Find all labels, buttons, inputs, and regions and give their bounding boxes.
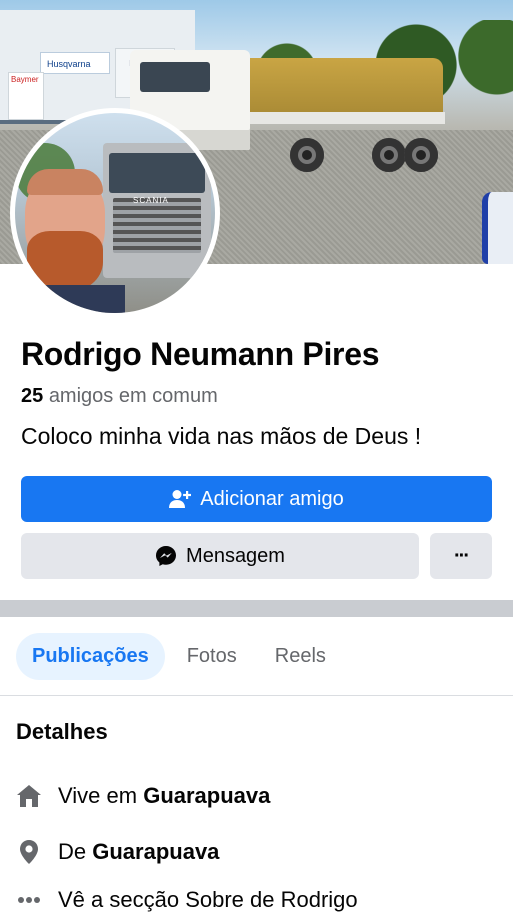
- about-link-label: Vê a secção Sobre de Rodrigo: [58, 887, 358, 912]
- avatar-beard: [27, 231, 103, 293]
- cover-truck-wheel: [404, 138, 438, 172]
- avatar-shirt: [15, 285, 125, 313]
- person-add-icon: [169, 490, 192, 508]
- tab-publicacoes[interactable]: Publicações: [16, 633, 165, 680]
- lives-in-prefix: Vive em: [58, 783, 138, 808]
- cover-truck-wheel: [290, 138, 324, 172]
- add-friend-button[interactable]: Adicionar amigo: [21, 476, 492, 522]
- profile-tabs: Publicações Fotos Reels: [16, 633, 348, 680]
- avatar-truck-brand: SCANIA: [133, 196, 169, 205]
- section-divider: [0, 600, 513, 617]
- cover-truck-cargo: [245, 58, 443, 116]
- more-dots-icon: [16, 887, 42, 913]
- cover-car: [482, 192, 513, 264]
- cover-truck-wheel: [372, 138, 406, 172]
- messenger-icon: [156, 546, 177, 566]
- add-friend-label: Adicionar amigo: [200, 487, 344, 510]
- profile-bio: Coloco minha vida nas mãos de Deus !: [21, 423, 422, 449]
- details-title: Detalhes: [16, 719, 108, 744]
- cover-sign-baymer: Baymer: [8, 72, 44, 120]
- cover-truck-trailer: [245, 112, 445, 124]
- mutual-friends-count: 25: [21, 385, 44, 407]
- avatar-truck: SCANIA: [103, 143, 211, 278]
- from-prefix: De: [58, 839, 87, 864]
- mutual-friends-label: amigos em comum: [48, 385, 218, 407]
- mutual-friends[interactable]: 25 amigos em comum: [21, 383, 218, 409]
- more-dots-icon: ···: [454, 544, 470, 567]
- tab-fotos[interactable]: Fotos: [171, 633, 253, 680]
- more-options-button[interactable]: ···: [430, 533, 492, 579]
- profile-avatar[interactable]: SCANIA: [15, 113, 215, 313]
- profile-name: Rodrigo Neumann Pires: [21, 336, 380, 372]
- detail-about-link[interactable]: Vê a secção Sobre de Rodrigo: [16, 886, 358, 914]
- tabs-divider: [0, 695, 513, 696]
- detail-lives-in: Vive em Guarapuava: [16, 782, 270, 810]
- lives-in-city[interactable]: Guarapuava: [143, 782, 270, 810]
- cover-sign-husqvarna: Husqvarna: [40, 52, 110, 74]
- home-icon: [16, 783, 42, 809]
- avatar-hair: [27, 169, 103, 195]
- tab-reels[interactable]: Reels: [259, 633, 342, 680]
- location-pin-icon: [16, 839, 42, 865]
- message-label: Mensagem: [186, 544, 285, 567]
- message-button[interactable]: Mensagem: [21, 533, 419, 579]
- from-city[interactable]: Guarapuava: [92, 838, 219, 866]
- detail-from: De Guarapuava: [16, 838, 219, 866]
